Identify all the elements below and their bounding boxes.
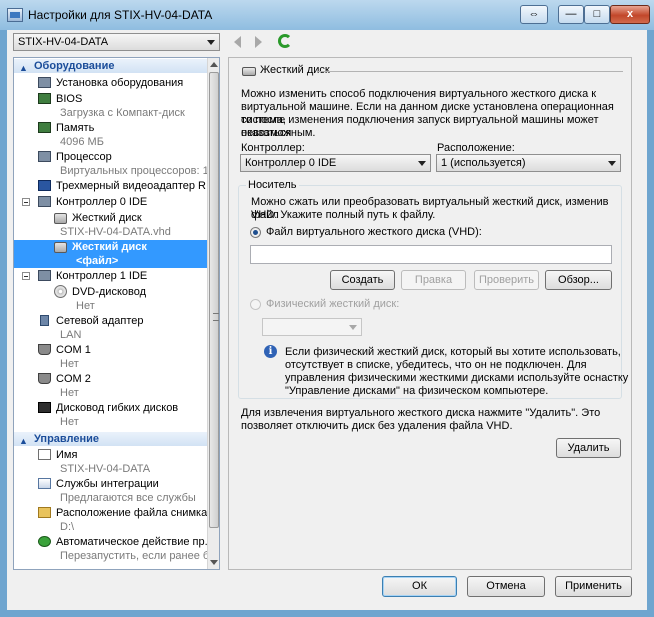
controller-select-value: Контроллер 0 IDE	[245, 157, 337, 169]
close-button[interactable]: x	[610, 5, 650, 24]
vhd-path-input[interactable]	[250, 245, 612, 264]
bios-chip-icon	[38, 93, 51, 104]
refresh-icon[interactable]	[278, 34, 292, 48]
com-port-icon	[38, 344, 51, 355]
tree-item-com1[interactable]: COM 1 Нет	[14, 343, 207, 371]
tree-item-hard-disk-2[interactable]: Жесткий диск <файл>	[14, 240, 207, 268]
vhd-radio-label: Файл виртуального жесткого диска (VHD):	[266, 226, 482, 238]
physical-disk-select[interactable]	[262, 318, 362, 336]
floppy-icon	[38, 402, 51, 413]
media-desc-line-2: VHD. Укажите полный путь к файлу.	[251, 209, 436, 221]
collapse-icon[interactable]	[22, 198, 30, 206]
memory-icon	[38, 122, 51, 133]
tree-item-auto-start[interactable]: Автоматическое действие пр... Перезапуст…	[14, 535, 218, 563]
physical-disk-radio-label: Физический жесткий диск:	[266, 298, 400, 310]
tree-item-floppy[interactable]: Дисковод гибких дисков Нет	[14, 401, 207, 429]
tree-item-network-adapter[interactable]: Сетевой адаптер LAN	[14, 314, 207, 342]
location-select-value: 1 (используется)	[441, 157, 526, 169]
collapse-icon: ▲	[19, 436, 28, 446]
hardware-section-header[interactable]: ▲ Оборудование	[14, 59, 207, 73]
vm-selector[interactable]: STIX-HV-04-DATA	[13, 33, 220, 51]
back-arrow-icon[interactable]	[234, 36, 241, 48]
settings-tree[interactable]: ▲ Оборудование Установка оборудования BI…	[13, 57, 220, 570]
remove-text-line-1: Для извлечения виртуального жесткого дис…	[241, 407, 601, 419]
tree-item-ide-controller-1[interactable]: Контроллер 1 IDE	[14, 269, 207, 284]
remove-button[interactable]: Удалить	[556, 438, 621, 458]
media-group-label: Носитель	[246, 179, 299, 191]
switch-window-button[interactable]: ⇔	[520, 5, 548, 24]
maximize-button[interactable]: □	[584, 5, 610, 24]
dvd-icon	[54, 285, 67, 298]
add-hardware-icon	[38, 77, 51, 88]
monitor-icon	[38, 180, 51, 191]
title-divider	[317, 71, 623, 72]
chevron-down-icon	[349, 325, 357, 330]
scroll-down-icon[interactable]	[210, 560, 218, 565]
auto-start-icon	[38, 536, 51, 547]
info-line-2: отсутствует в списке, убедитесь, что он …	[285, 359, 587, 371]
panel-title: Жесткий диск	[260, 64, 330, 76]
chevron-down-icon	[207, 40, 215, 45]
collapse-icon: ▲	[19, 63, 28, 73]
intro-line-1: Можно изменить способ подключения виртуа…	[241, 88, 597, 100]
processor-icon	[38, 151, 51, 162]
create-button[interactable]: Создать	[330, 270, 395, 290]
tree-item-processor[interactable]: Процессор Виртуальных процессоров: 1	[14, 150, 209, 178]
tree-item-com2[interactable]: COM 2 Нет	[14, 372, 207, 400]
vm-selector-value: STIX-HV-04-DATA	[18, 36, 109, 48]
tree-item-add-hardware[interactable]: Установка оборудования	[14, 76, 207, 91]
com-port-icon	[38, 373, 51, 384]
tree-item-hard-disk-1[interactable]: Жесткий диск STIX-HV-04-DATA.vhd	[14, 211, 207, 239]
intro-line-4: невозможным.	[241, 127, 316, 139]
chevron-down-icon	[608, 161, 616, 166]
hard-disk-icon	[242, 67, 256, 76]
scroll-thumb[interactable]	[209, 72, 219, 528]
chevron-down-icon	[418, 161, 426, 166]
forward-arrow-icon[interactable]	[255, 36, 262, 48]
inspect-button[interactable]: Проверить	[474, 270, 539, 290]
browse-button[interactable]: Обзор...	[545, 270, 612, 290]
hard-disk-panel: Жесткий диск Можно изменить способ подкл…	[228, 57, 632, 570]
remove-text-line-2: позволяет отключить диск без удаления фа…	[241, 420, 513, 432]
hard-disk-icon	[54, 213, 67, 224]
info-icon: i	[264, 345, 277, 358]
grip-icon	[213, 313, 219, 321]
vm-settings-icon	[7, 8, 23, 22]
title-bar[interactable]: Настройки для STIX-HV-04-DATA ⇔ — □ x	[0, 0, 654, 30]
window-title: Настройки для STIX-HV-04-DATA	[28, 8, 213, 22]
tree-item-dvd-drive[interactable]: DVD-дисковод Нет	[14, 285, 207, 313]
ide-controller-icon	[38, 196, 51, 207]
integration-services-icon	[38, 478, 51, 489]
name-icon	[38, 449, 51, 460]
management-section-header[interactable]: ▲ Управление	[14, 432, 207, 446]
settings-window: Настройки для STIX-HV-04-DATA ⇔ — □ x ST…	[0, 0, 654, 617]
edit-button[interactable]: Правка	[401, 270, 466, 290]
tree-scrollbar[interactable]	[207, 58, 219, 569]
folder-icon	[38, 507, 51, 518]
info-line-1: Если физический жесткий диск, который вы…	[285, 346, 621, 358]
tree-item-memory[interactable]: Память 4096 МБ	[14, 121, 207, 149]
collapse-icon[interactable]	[22, 272, 30, 280]
tree-item-3d-adapter[interactable]: Трехмерный видеоадаптер R...	[14, 179, 215, 194]
info-line-4: "Управление дисками" на физическом компь…	[285, 385, 549, 397]
tree-item-snapshot-location[interactable]: Расположение файла снимка D:\	[14, 506, 207, 534]
tree-item-name[interactable]: Имя STIX-HV-04-DATA	[14, 448, 207, 476]
ok-button[interactable]: ОК	[382, 576, 457, 597]
tree-item-integration-services[interactable]: Службы интеграции Предлагаются все служб…	[14, 477, 207, 505]
tree-item-bios[interactable]: BIOS Загрузка с Компакт-диск	[14, 92, 207, 120]
tree-item-ide-controller-0[interactable]: Контроллер 0 IDE	[14, 195, 207, 210]
network-adapter-icon	[40, 315, 49, 326]
controller-select[interactable]: Контроллер 0 IDE	[240, 154, 431, 172]
info-line-3: управления физическими жесткими дисками …	[285, 372, 629, 384]
ide-controller-icon	[38, 270, 51, 281]
scroll-up-icon[interactable]	[210, 62, 218, 67]
location-select[interactable]: 1 (используется)	[436, 154, 621, 172]
hard-disk-icon	[54, 242, 67, 253]
cancel-button[interactable]: Отмена	[467, 576, 545, 597]
minimize-button[interactable]: —	[558, 5, 584, 24]
vhd-radio[interactable]	[250, 227, 261, 238]
apply-button[interactable]: Применить	[555, 576, 632, 597]
physical-disk-radio[interactable]	[250, 299, 261, 310]
